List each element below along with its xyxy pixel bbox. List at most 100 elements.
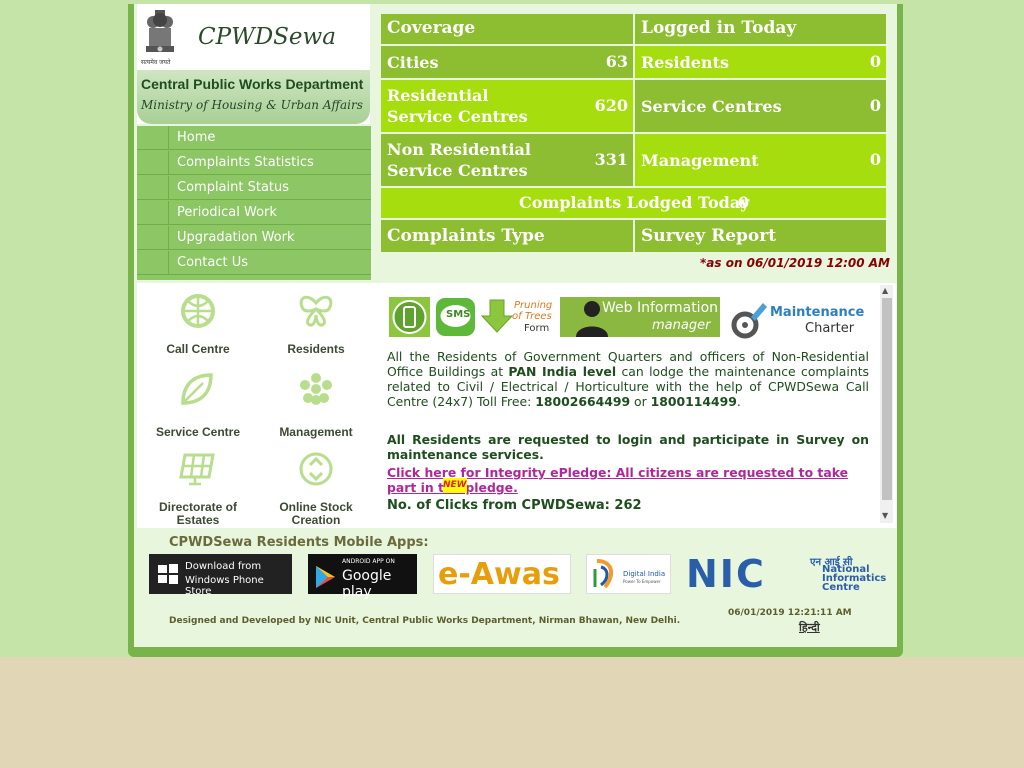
digital-india-tagline: Power To Empower [623, 579, 661, 584]
stat-residents[interactable]: Residents 0 [635, 46, 886, 78]
web-info-label-line: Web Information [602, 300, 719, 316]
tile-label: Service Centre [155, 425, 241, 439]
sms-label: SMS [446, 309, 471, 320]
stat-cities[interactable]: Cities 63 [381, 46, 633, 78]
stat-service-centres[interactable]: Service Centres 0 [635, 80, 886, 132]
nic-logo[interactable]: NIC एन आई सी National Informatics Centre [686, 552, 886, 596]
stat-label: Service Centres [387, 161, 528, 180]
stat-label: Service Centres [641, 97, 782, 116]
server-timestamp: 06/01/2019 12:21:11 AM [728, 608, 852, 618]
nav-item-label: Upgradation Work [177, 230, 295, 245]
nav-item-label: Contact Us [177, 255, 248, 270]
click-counter: No. of Clicks from CPWDSewa: 262 [387, 498, 642, 513]
as-on-timestamp: *as on 06/01/2019 12:00 AM [700, 256, 891, 270]
intro-paragraph: All the Residents of Government Quarters… [387, 349, 869, 409]
stat-label: Cities [387, 53, 439, 72]
leaf-icon [181, 373, 213, 405]
department-name: Central Public Works Department [141, 76, 364, 92]
nav-notch [137, 201, 169, 225]
complaints-lodged-today[interactable]: Complaints Lodged Today 0 [381, 188, 886, 218]
stat-residential-service-centres[interactable]: Residential Service Centres 620 [381, 80, 633, 132]
flower-icon [300, 373, 332, 405]
pruning-label-line: of Trees [512, 311, 552, 322]
scroll-up-arrow-icon[interactable]: ▲ [882, 286, 888, 295]
solar-panel-icon [179, 453, 215, 486]
gear-wrench-icon [731, 303, 767, 339]
stat-value: 620 [594, 96, 628, 115]
google-play-icon [316, 566, 335, 588]
stat-label: Non Residential [387, 140, 531, 159]
sms-banner[interactable]: SMS [435, 297, 476, 337]
brand-title: CPWDSewa [198, 24, 336, 50]
stat-value: 331 [594, 150, 628, 169]
nav-item-upgradation-work[interactable]: Upgradation Work [169, 226, 371, 250]
survey-report-link[interactable]: Survey Report [635, 220, 886, 252]
nav-notch [137, 176, 169, 200]
pruning-of-trees-form-banner[interactable]: Pruning of Trees Form [480, 297, 554, 337]
stat-value: 63 [605, 52, 628, 71]
toll-free-number: 1800114499 [650, 394, 737, 409]
digital-india-badge[interactable]: Digital India Power To Empower [586, 554, 671, 594]
web-info-label-line: manager [652, 318, 711, 333]
hindi-language-link[interactable]: हिन्दी [799, 620, 820, 635]
tile-label: Call Centre [166, 342, 230, 356]
maintenance-label-line: Maintenance [770, 305, 865, 320]
digital-india-logo-icon [593, 559, 614, 589]
complaints-type-link[interactable]: Complaints Type [381, 220, 633, 252]
nav-item-home[interactable]: Home [169, 126, 371, 150]
web-information-manager-banner[interactable]: Web Information manager [560, 297, 720, 337]
pruning-label-line: Pruning [514, 300, 553, 311]
nav-item-complaint-status[interactable]: Complaint Status [169, 176, 371, 200]
maintenance-label-line: Charter [805, 321, 855, 336]
scroll-down-arrow-icon[interactable]: ▼ [882, 511, 888, 520]
e-awas-badge[interactable]: e-Awas [433, 554, 571, 594]
recycle-icon [299, 452, 333, 486]
nav-item-contact-us[interactable]: Contact Us [169, 251, 371, 275]
nav-notch [137, 226, 169, 250]
mobile-app-banner[interactable] [389, 297, 430, 337]
stat-label: Residents [641, 53, 729, 72]
survey-notice: All Residents are requested to login and… [387, 432, 869, 462]
stat-value: 0 [869, 52, 881, 71]
tile-label: Management [279, 425, 353, 439]
integrity-pledge-block: Click here for Integrity ePledge: All ci… [387, 465, 869, 495]
nic-name-line: Centre [822, 582, 860, 593]
stat-label: Residential [387, 86, 489, 105]
complaints-today-label: Complaints Lodged Today [519, 193, 750, 212]
nav-item-label: Complaints Statistics [177, 155, 314, 170]
scrollbar-thumb[interactable] [882, 298, 892, 500]
developer-credit: Designed and Developed by NIC Unit, Cent… [169, 616, 681, 626]
maintenance-charter-banner[interactable]: Maintenance Charter [727, 297, 864, 339]
google-play-line: ANDROID APP ON [342, 558, 395, 565]
national-emblem-icon: सत्यमेव जयते [141, 6, 179, 66]
toll-free-number: 18002664499 [535, 394, 631, 409]
google-play-line: Google play [342, 568, 392, 600]
google-play-badge[interactable]: ANDROID APP ON Google play [308, 554, 417, 600]
quick-links-panel [137, 283, 377, 528]
windows-logo-icon [158, 564, 178, 584]
nic-letters: NIC [686, 552, 766, 596]
coverage-header: Coverage [381, 14, 633, 44]
nav-notch [137, 126, 169, 150]
emblem-motto: सत्यमेव जयते [141, 59, 171, 66]
stat-label: Service Centres [387, 107, 528, 126]
mobile-phone-icon [389, 297, 430, 337]
stat-non-residential-service-centres[interactable]: Non Residential Service Centres 331 [381, 134, 633, 186]
stat-value: 0 [869, 96, 881, 115]
mobile-apps-title: CPWDSewa Residents Mobile Apps: [169, 535, 429, 550]
stat-value: 0 [869, 150, 881, 169]
stat-management[interactable]: Management 0 [635, 134, 886, 186]
butterfly-icon [299, 295, 333, 327]
e-awas-label: e-Awas [438, 557, 560, 592]
tile-label: Online Stock Creation [279, 500, 353, 527]
ministry-name: Ministry of Housing & Urban Affairs [141, 98, 363, 112]
windows-phone-store-badge[interactable]: Download from Windows Phone Store [149, 554, 292, 597]
windows-store-line: Windows Phone Store [185, 575, 264, 597]
nav-item-periodical-work[interactable]: Periodical Work [169, 201, 371, 225]
intro-text: . [736, 394, 741, 409]
tile-label: Directorate of Estates [158, 500, 238, 527]
tile-label: Residents [287, 342, 345, 356]
nav-notch [137, 151, 169, 175]
nav-item-label: Complaint Status [177, 180, 290, 195]
nav-item-complaints-statistics[interactable]: Complaints Statistics [169, 151, 371, 175]
